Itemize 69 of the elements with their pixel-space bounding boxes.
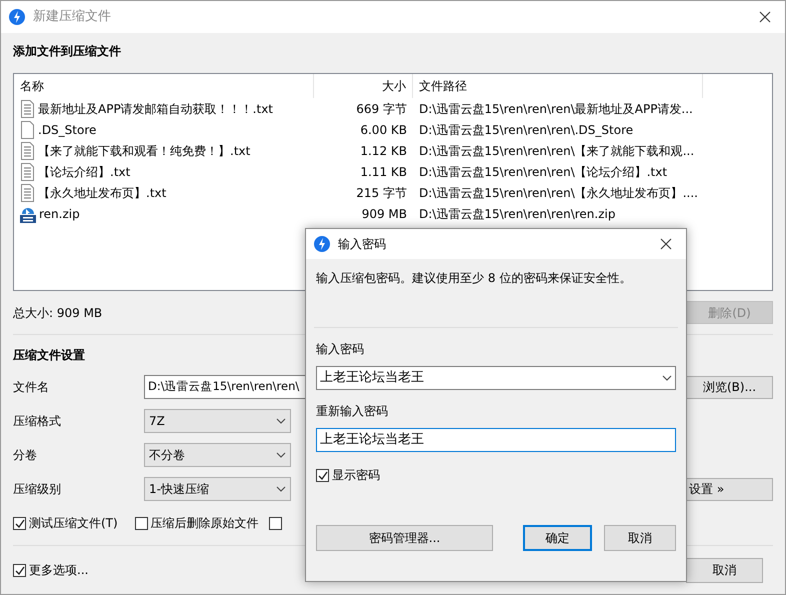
checkbox-label[interactable]: 压缩后删除原始文件 (150, 514, 259, 532)
file-name[interactable]: 最新地址及APP请发邮箱自动获取！！！.txt (38, 100, 274, 118)
file-path: D:\迅雷云盘15\ren\ren\ren\.DS_Store (419, 122, 634, 136)
checkbox-label[interactable]: 显示密码 (332, 466, 380, 484)
password-field[interactable]: 上老王论坛当老王 (316, 366, 676, 390)
file-name[interactable]: ren.zip (39, 204, 80, 222)
text-file-icon (20, 100, 35, 118)
file-size: 669 字节 (356, 102, 407, 116)
text-file-icon (20, 184, 35, 202)
checkbox[interactable] (13, 516, 26, 530)
cancel-button[interactable]: 取消 (686, 558, 763, 582)
dialog-message: 输入压缩包密码。建议使用至少 8 位的密码来保证安全性。 (316, 270, 632, 287)
chevron-icon (276, 418, 286, 424)
file-path: D:\迅雷云盘15\ren\ren\ren\【来了就能下载和观... (419, 144, 694, 158)
check-icon (14, 564, 26, 576)
chevron-icon (662, 375, 672, 381)
column-header[interactable]: 名称 (20, 77, 44, 95)
file-size: 1.11 KB (360, 164, 407, 178)
checkbox[interactable] (13, 564, 26, 576)
file-path: D:\迅雷云盘15\ren\ren\ren\ren.zip (419, 206, 616, 220)
field-label: 压缩级别 (13, 481, 62, 498)
field-label: 压缩格式 (13, 413, 62, 430)
password-confirm-field[interactable]: 上老王论坛当老王 (316, 428, 676, 452)
dropdown[interactable]: 1-快速压缩 (144, 477, 291, 501)
file-path: D:\迅雷云盘15\ren\ren\ren\最新地址及APP请发... (419, 102, 693, 116)
section-heading: 压缩文件设置 (13, 347, 85, 364)
chevron-icon (276, 486, 286, 492)
field-label: 输入密码 (316, 341, 365, 358)
total-size: 总大小: 909 MB (13, 304, 102, 322)
file-size: 1.12 KB (360, 144, 407, 158)
text-file-icon (20, 162, 35, 180)
checkbox[interactable] (134, 516, 148, 530)
dialog-button[interactable]: 取消 (604, 524, 676, 550)
file-name[interactable]: 【来了就能下载和观看！纯免费！】.txt (38, 142, 250, 160)
chevron-icon (276, 452, 286, 458)
browse-button[interactable]: 浏览(B)... (686, 376, 773, 398)
field-label: 文件名 (13, 379, 50, 396)
dropdown[interactable]: 7Z (144, 409, 291, 433)
file-name[interactable]: 【永久地址发布页】.txt (38, 184, 166, 202)
file-name[interactable]: .DS_Store (38, 120, 96, 138)
file-path: D:\迅雷云盘15\ren\ren\ren\【论坛介绍】.txt (419, 164, 668, 178)
file-icon (20, 120, 35, 138)
column-header[interactable]: 文件路径 (419, 77, 467, 95)
window-title: 新建压缩文件 (33, 8, 111, 26)
settings-button[interactable]: 设置 » (686, 478, 773, 500)
check-icon (14, 518, 26, 530)
text-file-icon (20, 142, 35, 160)
dropdown[interactable]: 不分卷 (144, 443, 291, 467)
dialog-title: 输入密码 (338, 236, 386, 253)
file-size: 215 字节 (356, 186, 407, 200)
file-path: D:\迅雷云盘15\ren\ren\ren\【永久地址发布页】.... (419, 186, 698, 200)
checkbox-label[interactable]: 更多选项... (29, 561, 88, 579)
app-logo-icon (314, 236, 330, 252)
section-heading: 添加文件到压缩文件 (13, 43, 121, 60)
dialog-button[interactable]: 密码管理器... (316, 524, 493, 550)
field-label: 分卷 (13, 447, 38, 464)
column-header[interactable]: 大小 (382, 77, 406, 95)
file-name[interactable]: 【论坛介绍】.txt (38, 162, 130, 180)
dialog-button[interactable]: 确定 (523, 524, 592, 550)
close-icon (759, 11, 771, 24)
checkbox[interactable] (268, 516, 282, 530)
check-icon (317, 470, 329, 482)
field-label: 重新输入密码 (316, 403, 389, 420)
file-size: 6.00 KB (360, 122, 407, 136)
checkbox[interactable] (316, 468, 329, 482)
checkbox-label[interactable]: 测试压缩文件(T) (29, 514, 118, 532)
app-logo-icon (9, 9, 25, 25)
file-size: 909 MB (362, 206, 407, 220)
close-icon (660, 238, 672, 250)
